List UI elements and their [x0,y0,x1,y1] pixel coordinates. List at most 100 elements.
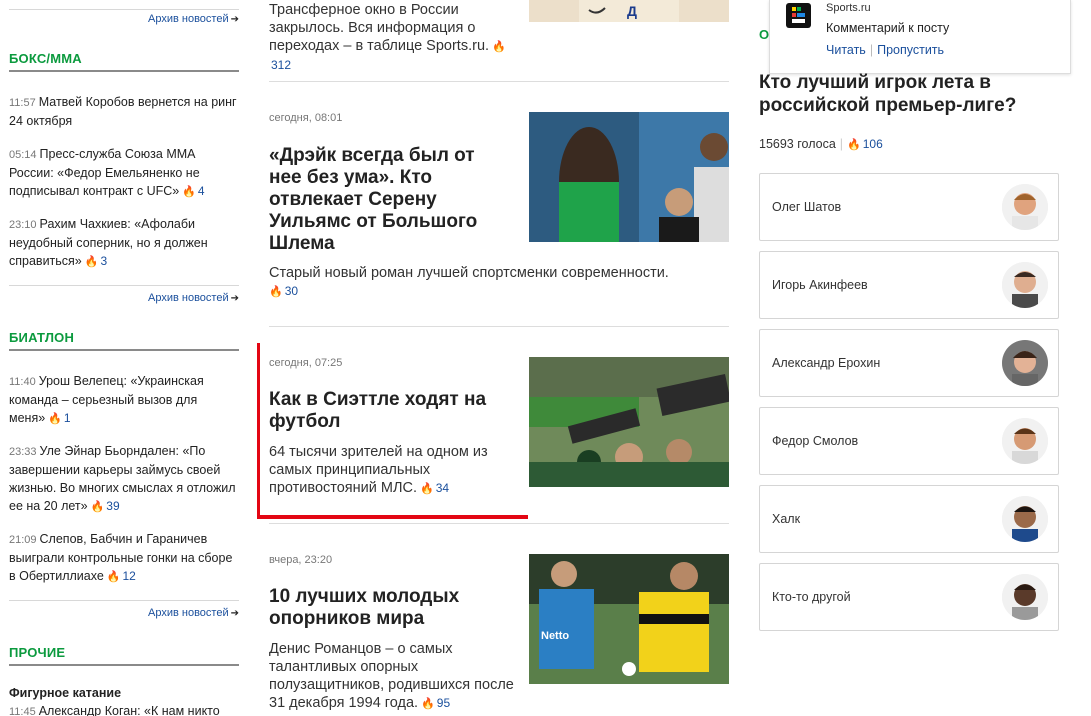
poll-option[interactable]: Олег Шатов [759,173,1059,241]
option-name: Олег Шатов [772,200,842,214]
option-name: Халк [772,512,801,526]
separator [269,523,729,524]
flame-icon: 🔥 [492,41,506,53]
news-item[interactable]: 11:57 Матвей Коробов вернется на ринг 24 … [9,93,237,130]
archive-link-3[interactable]: Архив новостей ➔ [148,606,239,621]
highlight-border [257,515,528,519]
feed-card-date: сегодня, 08:01 [269,112,343,124]
news-text: Уле Эйнар Бьорндален: «По завершении кар… [9,444,236,513]
news-text: Александр Коган: «К нам никто [38,704,220,716]
separator [269,81,729,82]
flame-icon: 🔥 [90,501,105,513]
votes-count: 15693 голоса [759,137,836,151]
news-item[interactable]: 11:45 Александр Коган: «К нам никто [9,702,239,716]
comment-count: 34 [435,481,450,495]
comment-count: 106 [862,137,883,151]
archive-link-2[interactable]: Архив новостей ➔ [148,291,239,306]
avatar [1002,496,1048,542]
feed-card-image[interactable]: Netto [529,554,729,684]
svg-text:Netto: Netto [541,630,569,642]
sportsru-logo-icon [786,3,811,28]
notification-actions: Читать | Пропустить [826,43,944,57]
news-time: 11:40 [9,376,36,388]
flame-icon: 🔥 [419,483,434,495]
comment-count: 3 [100,254,108,268]
arrow-right-icon: ➔ [230,608,239,619]
news-text: Слепов, Бабчин и Гараничев выиграли конт… [9,532,233,583]
feed-card-lead: Денис Романцов – о самых талантливых опо… [269,641,514,711]
notification-popup: Sports.ru Комментарий к посту Читать | Про… [769,0,1071,74]
notification-message: Комментарий к посту [826,21,950,35]
news-time: 11:45 [9,706,36,716]
news-text: Урош Велепец: «Украинская команда – серь… [9,374,204,425]
feed-card-title[interactable]: «Дрэйк всегда был от нее без ума». Кто о… [269,145,509,255]
poll-option[interactable]: Федор Смолов [759,407,1059,475]
flame-icon: 🔥 [84,256,99,268]
highlight-border [257,343,260,518]
poll-option[interactable]: Игорь Акинфеев [759,251,1059,319]
divider: | [839,137,844,151]
news-item[interactable]: 05:14 Пресс-служба Союза ММА России: «Фед… [9,145,237,201]
skip-button[interactable]: Пропустить [877,43,944,57]
poll-title[interactable]: Кто лучший игрок лета в российской премь… [759,71,1059,117]
news-time: 11:57 [9,97,36,109]
news-item[interactable]: 11:40 Урош Велепец: «Украинская команда –… [9,372,237,428]
tab-poll[interactable]: О [759,27,769,42]
option-name: Федор Смолов [772,434,859,448]
avatar [1002,574,1048,620]
comment-count: 30 [284,284,299,298]
svg-text:Д: Д [627,3,637,19]
comment-count: 312 [271,58,292,72]
football-photo: Netto [529,554,729,684]
section-heading-other[interactable]: ПРОЧИЕ [9,645,239,666]
flame-icon: 🔥 [106,571,121,583]
poll-option[interactable]: Кто-то другой [759,563,1059,631]
feed-card-title[interactable]: Как в Сиэттле ходят на футбол [269,389,509,433]
separator [9,600,239,601]
avatar [1002,418,1048,464]
flame-icon: 🔥 [847,139,861,151]
news-time: 21:09 [9,534,37,546]
poll-votes: 15693 голоса | 🔥 106 [759,137,883,151]
news-item[interactable]: 23:10 Рахим Чахкиев: «Афолаби неудобный с… [9,215,237,271]
section-heading-biathlon[interactable]: БИАТЛОН [9,330,239,351]
feed-card-date: сегодня, 07:25 [269,357,343,369]
comment-count: 95 [436,696,451,710]
arrow-right-icon: ➔ [230,293,239,304]
news-text: Рахим Чахкиев: «Афолаби неудобный соперн… [9,217,208,268]
news-text: Пресс-служба Союза ММА России: «Федор Ем… [9,147,200,198]
subsection-title[interactable]: Фигурное катание [9,686,121,700]
news-text: Матвей Коробов вернется на ринг 24 октяб… [9,95,237,128]
stadium-photo [529,357,729,487]
news-time: 05:14 [9,149,37,161]
news-item[interactable]: 21:09 Слепов, Бабчин и Гараничев выиграли… [9,530,237,586]
comment-count: 39 [106,499,120,513]
feed-card-lead: Трансферное окно в России закрылось. Вся… [269,2,506,72]
option-name: Игорь Акинфеев [772,278,868,292]
flame-icon: 🔥 [182,186,196,198]
comment-count: 1 [63,411,71,425]
notification-source: Sports.ru [826,2,871,14]
comment-count: 4 [197,184,205,198]
news-time: 23:33 [9,446,37,458]
poll-option[interactable]: Александр Ерохин [759,329,1059,397]
tennis-photo [529,112,729,242]
news-item[interactable]: 23:33 Уле Эйнар Бьорндален: «По завершени… [9,442,239,516]
separator [9,285,239,286]
feed-card-image[interactable] [529,112,729,242]
comment-count: 12 [122,569,136,583]
feed-card-lead: Старый новый роман лучшей спортсменки со… [269,265,669,298]
feed-card-image[interactable] [529,357,729,487]
option-name: Александр Ерохин [772,356,881,370]
feed-card-lead: 64 тысячи зрителей на одном из самых при… [269,444,488,496]
avatar [1002,340,1048,386]
flame-icon: 🔥 [48,413,62,425]
read-button[interactable]: Читать [826,43,866,57]
feed-card-title[interactable]: 10 лучших молодых опорников мира [269,586,509,630]
news-time: 23:10 [9,219,37,231]
option-name: Кто-то другой [772,590,851,604]
feed-card-image[interactable]: Д [529,0,729,22]
poll-option[interactable]: Халк [759,485,1059,553]
separator [269,326,729,327]
feed-card-date: вчера, 23:20 [269,554,333,566]
